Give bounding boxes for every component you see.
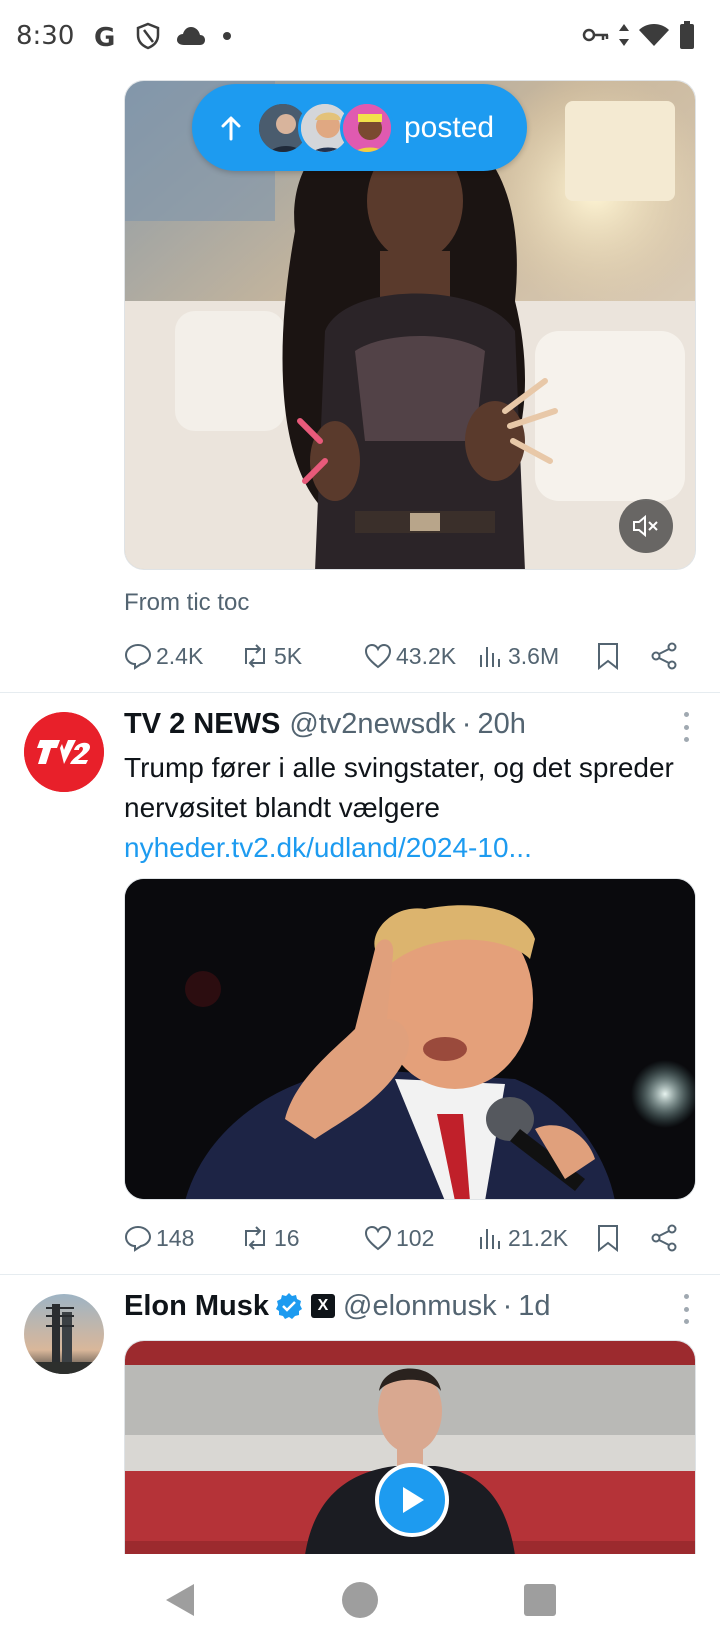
views-button[interactable]: 21.2K bbox=[478, 1218, 568, 1258]
reply-button[interactable]: 2.4K bbox=[124, 636, 203, 676]
reply-count: 148 bbox=[156, 1224, 195, 1251]
reply-icon bbox=[124, 1225, 152, 1252]
status-right-icons bbox=[582, 20, 696, 50]
views-icon bbox=[480, 647, 500, 667]
status-time: 8:30 bbox=[16, 21, 75, 51]
author-handle[interactable]: @tv2newsdk bbox=[289, 708, 455, 741]
share-icon bbox=[651, 1224, 677, 1252]
tweet-caption: From tic toc bbox=[124, 589, 250, 616]
more-options-button[interactable] bbox=[684, 1294, 692, 1324]
separator-dot: · bbox=[502, 1289, 513, 1322]
pill-label: posted bbox=[404, 110, 495, 144]
new-posts-pill[interactable]: posted bbox=[192, 84, 527, 171]
tweet-time[interactable]: 1d bbox=[518, 1290, 550, 1323]
share-button[interactable] bbox=[650, 1218, 678, 1258]
avatar bbox=[340, 100, 394, 155]
system-nav-bar bbox=[0, 1554, 720, 1650]
svg-text:G: G bbox=[94, 23, 115, 50]
vpn-key-icon bbox=[582, 28, 609, 42]
volume-muted-icon bbox=[633, 514, 658, 538]
affiliate-x-badge: X bbox=[311, 1294, 336, 1318]
author-name[interactable]: TV 2 NEWS bbox=[124, 708, 280, 741]
tweet-video-media[interactable] bbox=[124, 1340, 696, 1554]
google-icon: G bbox=[94, 23, 115, 50]
more-options-button[interactable] bbox=[684, 712, 692, 742]
reply-count: 2.4K bbox=[156, 642, 204, 669]
bookmark-icon bbox=[598, 643, 618, 670]
verified-badge-icon bbox=[276, 1293, 303, 1319]
back-icon[interactable] bbox=[162, 1580, 198, 1620]
tweet-photo-media[interactable] bbox=[124, 878, 696, 1200]
tweet-actions: 2.4K 5K 43.2K 3.6M bbox=[124, 636, 696, 676]
more-dot bbox=[684, 1319, 689, 1324]
tv2-logo-icon bbox=[24, 712, 104, 792]
author-handle[interactable]: @elonmusk bbox=[343, 1290, 497, 1323]
reply-button[interactable]: 148 bbox=[124, 1218, 194, 1258]
play-icon bbox=[403, 1487, 424, 1513]
more-dot bbox=[684, 724, 689, 730]
recents-icon[interactable] bbox=[522, 1582, 558, 1618]
more-dot bbox=[684, 712, 689, 717]
reply-icon bbox=[124, 643, 152, 670]
tweet-actions: 148 16 102 21.2K bbox=[124, 1218, 696, 1258]
views-icon bbox=[480, 1229, 500, 1249]
heart-icon bbox=[364, 643, 392, 669]
repost-icon bbox=[245, 1226, 265, 1250]
repost-count: 16 bbox=[274, 1224, 300, 1251]
tweet-tv2-news[interactable]: TV 2 NEWS @tv2newsdk · 20h Trump fører i… bbox=[0, 692, 720, 1272]
like-count: 43.2K bbox=[396, 642, 457, 669]
views-count: 21.2K bbox=[508, 1224, 569, 1251]
author-name[interactable]: Elon Musk bbox=[124, 1290, 269, 1323]
repost-icon bbox=[245, 644, 265, 668]
views-button[interactable]: 3.6M bbox=[478, 636, 559, 676]
heart-icon bbox=[364, 1225, 392, 1251]
wifi-icon bbox=[639, 24, 669, 46]
pill-avatars bbox=[256, 100, 394, 155]
status-bar: 8:30 G bbox=[0, 0, 720, 72]
tweet-header: Elon Musk X @elonmusk · 1d bbox=[124, 1286, 696, 1326]
like-button[interactable]: 43.2K bbox=[364, 636, 456, 676]
more-dot bbox=[684, 1294, 689, 1299]
photo-image bbox=[125, 879, 695, 1199]
tweet-link[interactable]: nyheder.tv2.dk/udland/2024-10... bbox=[124, 828, 680, 868]
status-left-icons: G bbox=[92, 22, 232, 50]
separator-dot: · bbox=[461, 707, 472, 740]
shield-icon bbox=[137, 22, 160, 50]
repost-button[interactable]: 5K bbox=[240, 636, 302, 676]
play-button[interactable] bbox=[375, 1463, 449, 1537]
like-button[interactable]: 102 bbox=[364, 1218, 434, 1258]
tweet-body: Trump fører i alle svingstater, og det s… bbox=[124, 752, 674, 823]
cloud-icon bbox=[177, 27, 206, 45]
views-count: 3.6M bbox=[508, 642, 560, 669]
avatar-elon-musk[interactable] bbox=[24, 1294, 104, 1374]
bookmark-button[interactable] bbox=[596, 636, 620, 676]
more-dot bbox=[684, 737, 689, 742]
share-icon bbox=[651, 642, 677, 670]
repost-count: 5K bbox=[274, 642, 303, 669]
more-dot bbox=[684, 1306, 689, 1312]
home-icon[interactable] bbox=[340, 1580, 380, 1620]
like-count: 102 bbox=[396, 1224, 435, 1251]
data-arrows-icon bbox=[619, 24, 629, 46]
tweet-header: TV 2 NEWS @tv2newsdk · 20h bbox=[124, 704, 696, 744]
mute-button[interactable] bbox=[619, 499, 673, 553]
tweet-time[interactable]: 20h bbox=[477, 708, 525, 741]
dot-icon bbox=[223, 32, 232, 40]
avatar-tv2-news[interactable] bbox=[24, 712, 104, 792]
repost-button[interactable]: 16 bbox=[240, 1218, 300, 1258]
tweet-elon-musk[interactable]: Elon Musk X @elonmusk · 1d bbox=[0, 1274, 720, 1554]
share-button[interactable] bbox=[650, 636, 678, 676]
starship-avatar-image bbox=[24, 1294, 104, 1374]
battery-icon bbox=[680, 21, 694, 49]
tweet-text: Trump fører i alle svingstater, og det s… bbox=[124, 748, 680, 868]
bookmark-button[interactable] bbox=[596, 1218, 620, 1258]
bookmark-icon bbox=[598, 1225, 618, 1252]
arrow-up-icon bbox=[221, 116, 241, 140]
